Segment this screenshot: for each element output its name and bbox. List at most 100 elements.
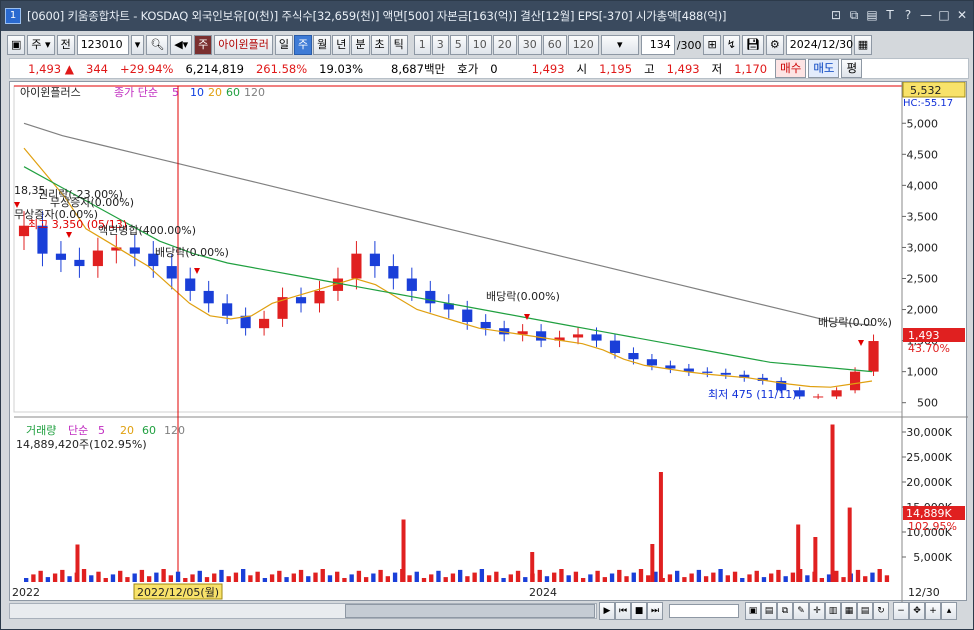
- chart-type-icon[interactable]: ▣: [7, 35, 26, 55]
- first-icon[interactable]: ⏮: [615, 602, 631, 620]
- current-price: 1,493 ▲: [28, 61, 74, 76]
- volume-legend-period: 120: [164, 424, 185, 437]
- date-input[interactable]: 2024/12/30: [785, 35, 853, 55]
- open-label: 시: [576, 61, 588, 76]
- candle-body: [259, 318, 270, 329]
- interval-button-3[interactable]: 3: [431, 35, 449, 55]
- search-icon[interactable]: 🔍︎: [146, 35, 169, 55]
- pin-icon[interactable]: T: [883, 8, 897, 22]
- chart-icon[interactable]: ▥: [825, 602, 841, 620]
- link-icon[interactable]: ⊡: [829, 8, 843, 22]
- volume-bar: [537, 569, 542, 582]
- volume-bar: [805, 575, 810, 582]
- volume-bar: [298, 569, 304, 582]
- code-dropdown-icon[interactable]: ▾: [130, 35, 145, 55]
- minimize-icon[interactable]: —: [919, 8, 933, 22]
- interval-button-120[interactable]: 120: [567, 35, 599, 55]
- volume-bar: [855, 569, 861, 582]
- maximize-icon[interactable]: □: [937, 8, 951, 22]
- zoom-fit-icon[interactable]: ▣: [745, 602, 761, 620]
- help-icon[interactable]: ?: [901, 8, 915, 22]
- period-tab-3[interactable]: 년: [332, 35, 351, 55]
- price-tick-label: 3,000: [907, 241, 939, 254]
- grid-view-icon[interactable]: ▦: [841, 602, 857, 620]
- zoom-in-icon[interactable]: +: [925, 602, 941, 620]
- price-legend-period: 60: [226, 86, 240, 99]
- volume-bar: [508, 574, 513, 582]
- sell-button[interactable]: 매도: [808, 59, 840, 78]
- period-tab-1[interactable]: 주: [294, 35, 313, 55]
- avg-button[interactable]: 평: [841, 59, 863, 78]
- price-tick-label: 2,500: [907, 272, 939, 285]
- interval-button-1[interactable]: 1: [413, 35, 431, 55]
- interval-button-5[interactable]: 5: [449, 35, 467, 55]
- volume-bar: [154, 572, 159, 582]
- turnover-ratio: 19.03%: [319, 61, 364, 76]
- interval-button-20[interactable]: 20: [492, 35, 517, 55]
- layout-icon[interactable]: ▤: [865, 8, 879, 22]
- volume-bar: [747, 574, 752, 582]
- tool-icon[interactable]: ↯: [722, 35, 740, 55]
- candle-body: [831, 390, 842, 397]
- grid-icon[interactable]: ⊞: [703, 35, 721, 55]
- chart-svg[interactable]: 5001,0001,5002,0002,5003,0003,5004,0004,…: [10, 81, 968, 602]
- volume-spike-bar: [796, 524, 801, 582]
- period-tab-0[interactable]: 일: [274, 35, 294, 55]
- custom-period-select[interactable]: ▾: [600, 35, 639, 55]
- copy-icon[interactable]: ⧉: [777, 602, 793, 620]
- volume-bar: [638, 569, 644, 582]
- app-icon: 1: [5, 8, 21, 24]
- buy-button[interactable]: 매수: [775, 59, 807, 78]
- play-icon[interactable]: ⏭: [647, 602, 663, 620]
- price-legend-ma: 종가 단순: [114, 86, 158, 99]
- screen-icon[interactable]: ▤: [761, 602, 777, 620]
- candle-body: [406, 278, 417, 291]
- candle-body: [425, 290, 436, 304]
- volume-bar: [740, 578, 745, 582]
- period-tab-4[interactable]: 분: [351, 35, 370, 55]
- volume-bar: [515, 570, 521, 582]
- period-tab-6[interactable]: 틱: [389, 35, 408, 55]
- scroll-right-icon[interactable]: ▶: [599, 602, 615, 620]
- interval-button-30[interactable]: 30: [517, 35, 542, 55]
- price-tick-label: 5,000: [907, 117, 939, 130]
- expand-icon[interactable]: ▴: [941, 602, 957, 620]
- prefix-badge: 주: [194, 35, 213, 55]
- gear-icon[interactable]: ⚙︎: [765, 35, 784, 55]
- stock-code-input[interactable]: 123010: [76, 35, 129, 55]
- calendar-icon[interactable]: ▦: [853, 35, 873, 55]
- count-input[interactable]: 134: [640, 35, 675, 55]
- interval-button-10[interactable]: 10: [467, 35, 492, 55]
- chart-area[interactable]: 5001,0001,5002,0002,5003,0003,5004,0004,…: [9, 81, 968, 602]
- zoom-slider[interactable]: [669, 604, 739, 618]
- high-value: 1,493: [666, 61, 700, 76]
- candle-body: [665, 365, 676, 369]
- refresh-icon[interactable]: ↻: [873, 602, 889, 620]
- save-icon[interactable]: 💾︎: [741, 35, 764, 55]
- prev-button[interactable]: 전: [56, 35, 75, 55]
- move-icon[interactable]: ✥: [909, 602, 925, 620]
- title-bar[interactable]: 1 [0600] 키움종합차트 - KOSDAQ 외국인보유[0(천)] 주식수…: [1, 1, 973, 31]
- sound-icon[interactable]: ◀▾: [170, 35, 193, 55]
- volume-bar: [183, 578, 188, 582]
- chart-annotation: 액면병합(400.00%): [98, 224, 196, 237]
- scroll-thumb[interactable]: [345, 604, 595, 618]
- period-tab-5[interactable]: 초: [370, 35, 389, 55]
- zoom-out-icon[interactable]: −: [893, 602, 909, 620]
- candle-body: [203, 290, 214, 304]
- table-icon[interactable]: ▤: [857, 602, 873, 620]
- volume-bar: [233, 572, 239, 582]
- close-icon[interactable]: ✕: [955, 8, 969, 22]
- period-select[interactable]: 주 ▾: [27, 35, 55, 55]
- interval-button-60[interactable]: 60: [542, 35, 567, 55]
- crosshair-icon[interactable]: ✛: [809, 602, 825, 620]
- volume-bar: [472, 572, 477, 582]
- volume-bar: [523, 577, 528, 582]
- volume-bar: [675, 570, 680, 582]
- candle-body: [388, 266, 399, 279]
- period-tab-2[interactable]: 월: [313, 35, 332, 55]
- wrench-icon[interactable]: ✎: [793, 602, 809, 620]
- restore-panel-icon[interactable]: ⧉: [847, 8, 861, 22]
- stop-icon[interactable]: ■: [631, 602, 647, 620]
- volume-spike-bar: [75, 544, 80, 582]
